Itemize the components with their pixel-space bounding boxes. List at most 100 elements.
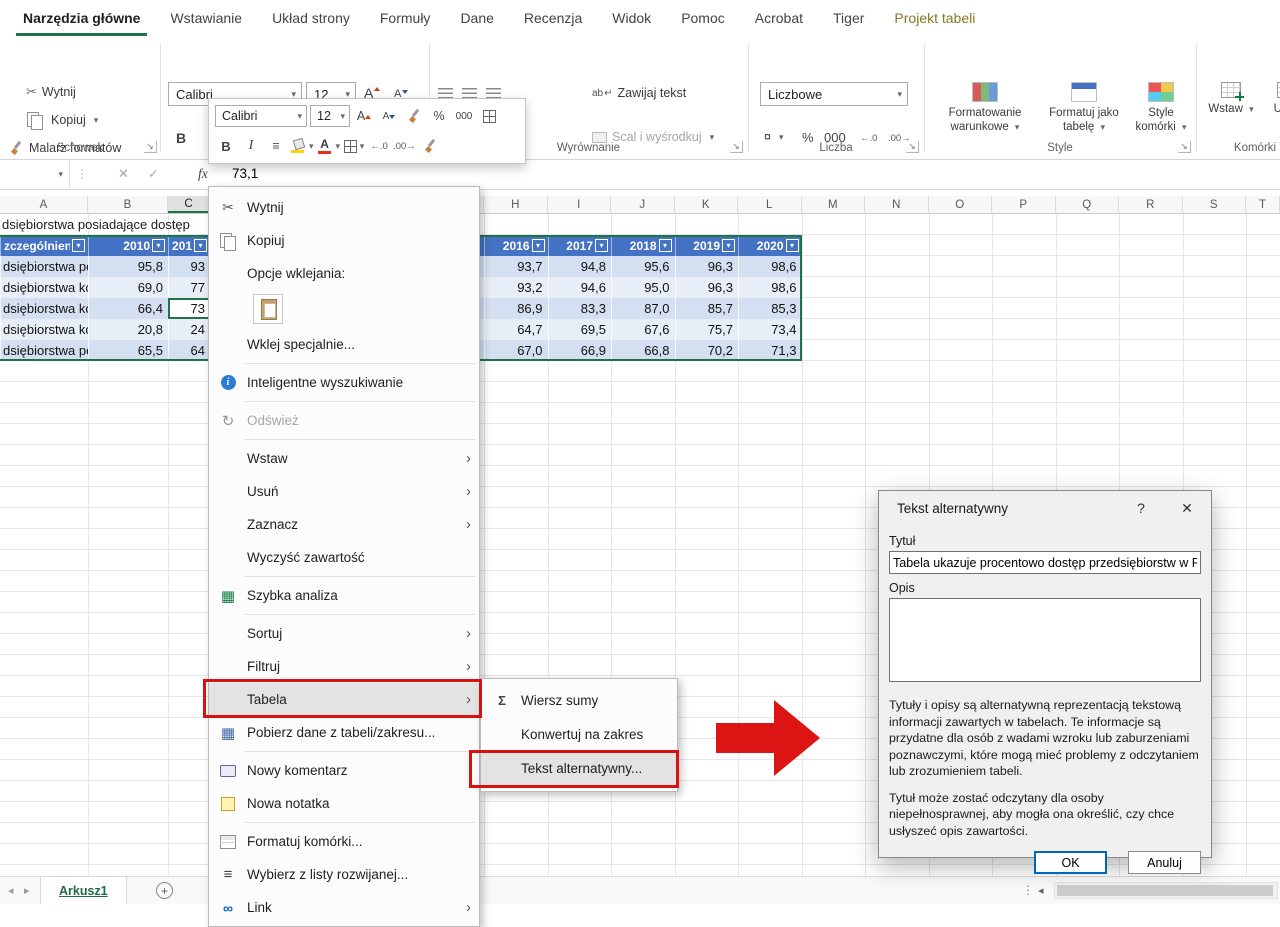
table-cell-K[interactable]: 96,3: [675, 256, 739, 277]
decrease-font-button[interactable]: A: [378, 105, 400, 127]
submenu-item-tekst-alternatywny[interactable]: Tekst alternatywny...: [481, 751, 677, 785]
context-menu-item-sortuj[interactable]: Sortuj›: [209, 617, 479, 650]
help-icon[interactable]: ?: [1127, 500, 1155, 516]
cut-button[interactable]: ✂ Wytnij: [26, 84, 76, 100]
column-header-T[interactable]: T: [1246, 196, 1280, 213]
scroll-left-icon[interactable]: ◂: [1038, 884, 1044, 897]
ribbon-tab-formuły[interactable]: Formuły: [365, 0, 446, 36]
description-textarea[interactable]: [889, 598, 1201, 682]
borders-button[interactable]: ▾: [343, 135, 365, 157]
table-cell-C[interactable]: 77: [168, 277, 210, 298]
context-menu-item-nowy-komentarz[interactable]: Nowy komentarz: [209, 754, 479, 787]
number-dialog-launcher-icon[interactable]: ↘: [906, 141, 919, 153]
ribbon-tab-widok[interactable]: Widok: [597, 0, 666, 36]
merge-cells-button[interactable]: [478, 105, 500, 127]
table-cell-A[interactable]: dsiębiorstwa ko: [0, 319, 88, 340]
table-header-cell-H[interactable]: 2016▾: [484, 235, 548, 256]
horizontal-scrollbar[interactable]: [1054, 882, 1278, 899]
context-menu-item-wybierz-z-listy-rozwijanej[interactable]: ≡Wybierz z listy rozwijanej...: [209, 858, 479, 891]
context-menu-item-formatuj-komórki[interactable]: Formatuj komórki...: [209, 825, 479, 858]
name-box[interactable]: ▾: [0, 160, 70, 189]
table-cell-L[interactable]: 85,3: [738, 298, 802, 319]
format-painter-button[interactable]: [403, 105, 425, 127]
context-menu-item-pobierz-dane-z-tabeli-zakresu[interactable]: ▦Pobierz dane z tabeli/zakresu...: [209, 716, 479, 749]
table-cell-J[interactable]: 95,6: [611, 256, 675, 277]
table-header-cell-I[interactable]: 2017▾: [548, 235, 612, 256]
table-cell-I[interactable]: 83,3: [548, 298, 612, 319]
center-align-button[interactable]: ≡: [265, 135, 287, 157]
clear-formatting-button[interactable]: [419, 135, 441, 157]
context-menu-item-tabela[interactable]: Tabela›: [209, 683, 479, 716]
cancel-entry-icon[interactable]: ✕: [118, 166, 129, 182]
sheet-tab-arkusz1[interactable]: Arkusz1: [40, 877, 127, 904]
ribbon-tab-dane[interactable]: Dane: [445, 0, 508, 36]
filter-button[interactable]: ▾: [722, 239, 735, 252]
table-cell-J[interactable]: 66,8: [611, 340, 675, 361]
column-header-C[interactable]: C: [168, 196, 210, 213]
column-header-S[interactable]: S: [1183, 196, 1247, 213]
table-cell-B[interactable]: 69,0: [88, 277, 168, 298]
title-input[interactable]: [889, 551, 1201, 574]
filter-button[interactable]: ▾: [595, 239, 608, 252]
insert-function-icon[interactable]: fx: [198, 166, 208, 182]
table-cell-H[interactable]: 64,7: [484, 319, 548, 340]
table-cell-B[interactable]: 20,8: [88, 319, 168, 340]
table-header-cell-J[interactable]: 2018▾: [611, 235, 675, 256]
ribbon-tab-tiger[interactable]: Tiger: [818, 0, 879, 36]
table-cell-L[interactable]: 71,3: [738, 340, 802, 361]
column-header-L[interactable]: L: [738, 196, 802, 213]
font-color-button[interactable]: A▾: [317, 135, 341, 157]
decrease-decimal-button[interactable]: .00→: [393, 135, 416, 157]
table-header-cell-A[interactable]: zczególnieni▾: [0, 235, 88, 256]
column-header-R[interactable]: R: [1119, 196, 1183, 213]
mini-font-size-combo[interactable]: 12 ▾: [310, 105, 350, 127]
table-cell-B[interactable]: 66,4: [88, 298, 168, 319]
table-cell-H[interactable]: 93,7: [484, 256, 548, 277]
column-header-A[interactable]: A: [0, 196, 88, 213]
context-menu-item-odśwież[interactable]: ↻Odśwież: [209, 404, 479, 437]
table-cell-K[interactable]: 85,7: [675, 298, 739, 319]
column-header-P[interactable]: P: [992, 196, 1056, 213]
filter-button[interactable]: ▾: [532, 239, 545, 252]
ribbon-tab-projekt-tabeli[interactable]: Projekt tabeli: [879, 0, 990, 36]
context-menu-item-zaznacz[interactable]: Zaznacz›: [209, 508, 479, 541]
ok-button[interactable]: OK: [1034, 851, 1107, 874]
table-cell-J[interactable]: 95,0: [611, 277, 675, 298]
number-format-combo[interactable]: Liczbowe ▾: [760, 82, 908, 106]
table-cell-C[interactable]: 64: [168, 340, 210, 361]
table-cell-B[interactable]: 95,8: [88, 256, 168, 277]
table-cell-L[interactable]: 98,6: [738, 277, 802, 298]
submenu-item-konwertuj-na-zakres[interactable]: Konwertuj na zakres: [481, 717, 677, 751]
context-menu-item-kopiuj[interactable]: Kopiuj: [209, 224, 479, 257]
column-header-O[interactable]: O: [929, 196, 993, 213]
column-header-Q[interactable]: Q: [1056, 196, 1120, 213]
table-cell-K[interactable]: 96,3: [675, 277, 739, 298]
alignment-dialog-launcher-icon[interactable]: ↘: [730, 141, 743, 153]
ribbon-tab-wstawianie[interactable]: Wstawianie: [155, 0, 257, 36]
copy-button[interactable]: Kopiuj ▾: [24, 110, 98, 130]
table-cell-B[interactable]: 65,5: [88, 340, 168, 361]
filter-button[interactable]: ▾: [659, 239, 672, 252]
table-header-cell-K[interactable]: 2019▾: [675, 235, 739, 256]
submenu-item-wiersz-sumy[interactable]: ΣWiersz sumy: [481, 683, 677, 717]
formula-value[interactable]: 73,1: [232, 166, 258, 181]
table-cell-C[interactable]: 24: [168, 319, 210, 340]
context-menu-item-link[interactable]: ∞Link›: [209, 891, 479, 924]
clipboard-dialog-launcher-icon[interactable]: ↘: [144, 141, 157, 153]
table-cell-A[interactable]: dsiębiorstwa po: [0, 340, 88, 361]
confirm-entry-icon[interactable]: ✓: [148, 166, 159, 182]
context-menu-item-wklej-specjalnie[interactable]: Wklej specjalnie...: [209, 328, 479, 361]
column-header-H[interactable]: H: [484, 196, 548, 213]
table-cell-J[interactable]: 67,6: [611, 319, 675, 340]
sheet-nav-left-icon[interactable]: ◂: [8, 884, 14, 897]
close-icon[interactable]: ✕: [1173, 500, 1201, 517]
scrollbar-thumb[interactable]: [1057, 885, 1273, 896]
ribbon-tab-pomoc[interactable]: Pomoc: [666, 0, 740, 36]
context-menu-item-inteligentne-wyszukiwanie[interactable]: iInteligentne wyszukiwanie: [209, 366, 479, 399]
column-header-K[interactable]: K: [675, 196, 739, 213]
column-header-N[interactable]: N: [865, 196, 929, 213]
table-cell-I[interactable]: 69,5: [548, 319, 612, 340]
scrollbar-splitter-icon[interactable]: ⋮: [1022, 883, 1034, 897]
percent-style-button[interactable]: %: [428, 105, 450, 127]
fill-color-button[interactable]: ▾: [290, 135, 314, 157]
